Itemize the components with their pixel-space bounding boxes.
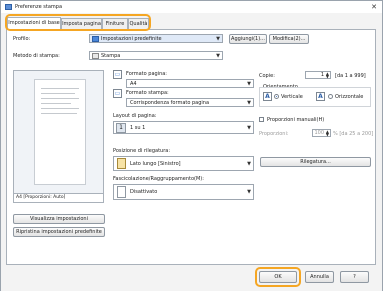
title-bar: Preferenze stampa ✕ [1,1,382,13]
binding-label: Posizione di rilegatura: [113,148,171,154]
output-size-value: Corrispondenza formato pagina [130,100,210,106]
profile-value: Impostazioni predefinite [101,36,162,42]
page-layout-label: Layout di pagina: [113,113,157,119]
portrait-radio[interactable] [274,94,279,99]
ok-highlight [255,267,301,287]
landscape-label[interactable]: Orizzontale [335,94,363,100]
copies-input[interactable]: 1 ▲ ▼ [305,71,331,79]
cancel-button[interactable]: Annulla [305,271,334,283]
tab-finishing[interactable]: Finiture [102,18,128,29]
page-size-label: Formato pagina: [126,71,167,77]
help-button[interactable]: ? [340,271,369,283]
landscape-icon: A [316,92,325,101]
print-method-value: Stampa [101,53,121,59]
preview-text-line [41,88,79,89]
chevron-down-icon: ▼ [247,100,251,106]
close-icon[interactable]: ✕ [370,3,378,11]
finishing-icon [117,186,126,198]
window-title: Preferenze stampa [15,4,63,10]
print-method-label: Metodo di stampa: [13,53,60,59]
copies-range: [da 1 a 999] [335,73,366,79]
page-size-value: A4 [130,81,137,87]
preview-caption: A4 [Proporzioni: Auto] [13,194,104,203]
portrait-label[interactable]: Verticale [281,94,303,100]
scaling-input[interactable]: 100 ▲ ▼ [312,129,331,137]
output-size-select[interactable]: Corrispondenza formato pagina ▼ [126,98,254,107]
printer-icon [5,4,12,10]
chevron-down-icon: ▼ [247,161,251,167]
copies-label: Copie: [259,73,275,79]
output-size-icon: ▭ [113,89,122,98]
finishing-label: Fascicolazione/Raggruppamento(M): [113,176,204,182]
tab-quality[interactable]: Qualità [128,18,149,29]
edit-profile-button[interactable]: Modifica(2)... [269,34,309,44]
restore-defaults-button[interactable]: Ripristina impostazioni predefinite [13,227,105,237]
profile-icon [92,36,99,42]
chevron-down-icon: ▼ [216,36,220,42]
scaling-value: 100 [314,130,324,136]
print-icon [92,53,99,59]
profile-select[interactable]: Impostazioni predefinite ▼ [89,34,223,43]
chevron-down-icon: ▼ [247,125,251,131]
spin-arrows-icon[interactable]: ▲ ▼ [326,130,329,137]
preview-text-line [41,113,77,114]
tab-basic-settings[interactable]: Impostazioni di base [7,17,61,29]
copies-value: 1 [320,72,324,78]
preview-text-line [41,108,79,109]
page-layout-value: 1 su 1 [130,125,146,131]
preview-text-line [41,103,71,104]
landscape-radio[interactable] [328,94,333,99]
chevron-down-icon: ▼ [247,189,251,195]
preview-text-line [41,93,75,94]
preview-sheet [34,79,86,185]
binding-icon [117,158,126,169]
chevron-down-icon: ▼ [247,81,251,87]
portrait-icon: A [263,92,272,101]
manual-scaling-label[interactable]: Proporzioni manuali(H) [267,117,324,123]
spin-arrows-icon[interactable]: ▲ ▼ [326,72,329,79]
print-preferences-window: Preferenze stampa ✕ Impostazioni di base… [0,0,383,291]
scaling-label: Proporzioni: [259,131,289,137]
view-settings-button[interactable]: Visualizza impostazioni [13,214,105,224]
page-layout-icon: 1 [116,123,126,133]
output-size-label: Formato stampa: [126,90,169,96]
binding-select[interactable]: Lato lungo [Sinistro] ▼ [113,156,254,171]
profile-label: Profilo: [13,36,31,42]
finishing-value: Disattivato [130,189,158,195]
preview-text-line [41,98,79,99]
scaling-range: % [da 25 a 200] [333,131,374,137]
page-size-icon: ▭ [113,70,122,79]
chevron-down-icon: ▼ [216,53,220,59]
page-preview [13,70,104,194]
binding-button[interactable]: Rilegatura... [260,157,371,167]
page-size-select[interactable]: A4 ▼ [126,79,254,88]
binding-value: Lato lungo [Sinistro] [130,161,181,167]
manual-scaling-checkbox[interactable] [259,117,264,122]
tab-page-setup[interactable]: Imposta pagina [61,18,102,29]
add-profile-button[interactable]: Aggiungi(1)... [229,34,267,44]
print-method-select[interactable]: Stampa ▼ [89,51,223,60]
finishing-select[interactable]: Disattivato ▼ [113,184,254,200]
page-layout-select[interactable]: 1 1 su 1 ▼ [113,121,254,134]
